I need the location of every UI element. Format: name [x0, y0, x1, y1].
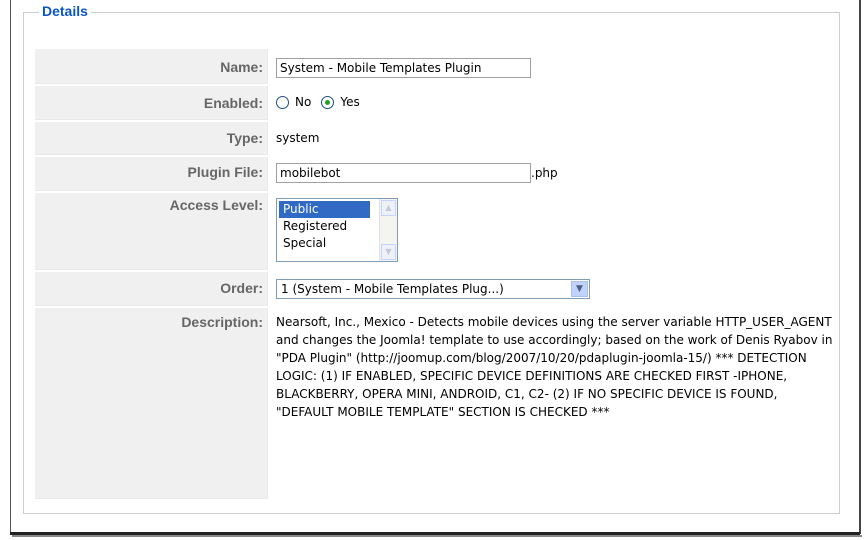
order-row: Order: 1 (System - Mobile Templates Plug… [35, 272, 836, 306]
description-label: Description: [181, 314, 263, 330]
access-level-scrollbar[interactable]: ▲ ▼ [379, 199, 397, 261]
enabled-radio-group: No Yes [276, 95, 836, 109]
details-legend: Details [39, 3, 91, 19]
plugin-file-input[interactable]: mobilebot [276, 163, 531, 183]
order-label: Order: [220, 280, 263, 296]
type-label: Type: [226, 130, 263, 146]
scroll-up-icon[interactable]: ▲ [381, 200, 396, 216]
description-text: Nearsoft, Inc., Mexico - Detects mobile … [276, 315, 833, 419]
plugin-file-extension: .php [531, 166, 558, 180]
name-label: Name: [220, 59, 263, 75]
access-option-public[interactable]: Public [279, 201, 370, 218]
type-row: Type: system [35, 122, 836, 155]
plugin-file-row: Plugin File: mobilebot .php [35, 157, 836, 191]
order-select-value: 1 (System - Mobile Templates Plug...) [281, 282, 504, 296]
plugin-file-label: Plugin File: [187, 164, 263, 180]
enabled-yes-radio[interactable] [321, 95, 335, 109]
type-value: system [276, 131, 320, 145]
enabled-no-radio[interactable] [276, 95, 289, 109]
order-select[interactable]: 1 (System - Mobile Templates Plug...) ▼ [276, 279, 590, 299]
details-fieldset: Details Name: System - Mobile Templates … [23, 3, 840, 514]
access-option-special[interactable]: Special [279, 235, 370, 252]
scroll-down-icon[interactable]: ▼ [381, 244, 396, 260]
access-level-row: Access Level: Public Registered Special … [35, 193, 836, 270]
access-level-listbox[interactable]: Public Registered Special ▲ ▼ [276, 198, 398, 262]
name-row: Name: System - Mobile Templates Plugin [35, 49, 836, 84]
details-table: Name: System - Mobile Templates Plugin E… [35, 47, 836, 501]
access-level-label: Access Level: [169, 197, 263, 213]
description-row: Description: Nearsoft, Inc., Mexico - De… [35, 308, 836, 499]
chevron-down-icon[interactable]: ▼ [571, 281, 588, 297]
access-option-registered[interactable]: Registered [279, 218, 370, 235]
enabled-no-label[interactable]: No [295, 95, 311, 109]
frame-bottom-shadow [12, 535, 862, 537]
enabled-yes-label[interactable]: Yes [340, 95, 359, 109]
enabled-label: Enabled: [203, 95, 263, 111]
name-input[interactable]: System - Mobile Templates Plugin [276, 58, 531, 78]
enabled-row: Enabled: No Yes [35, 86, 836, 120]
